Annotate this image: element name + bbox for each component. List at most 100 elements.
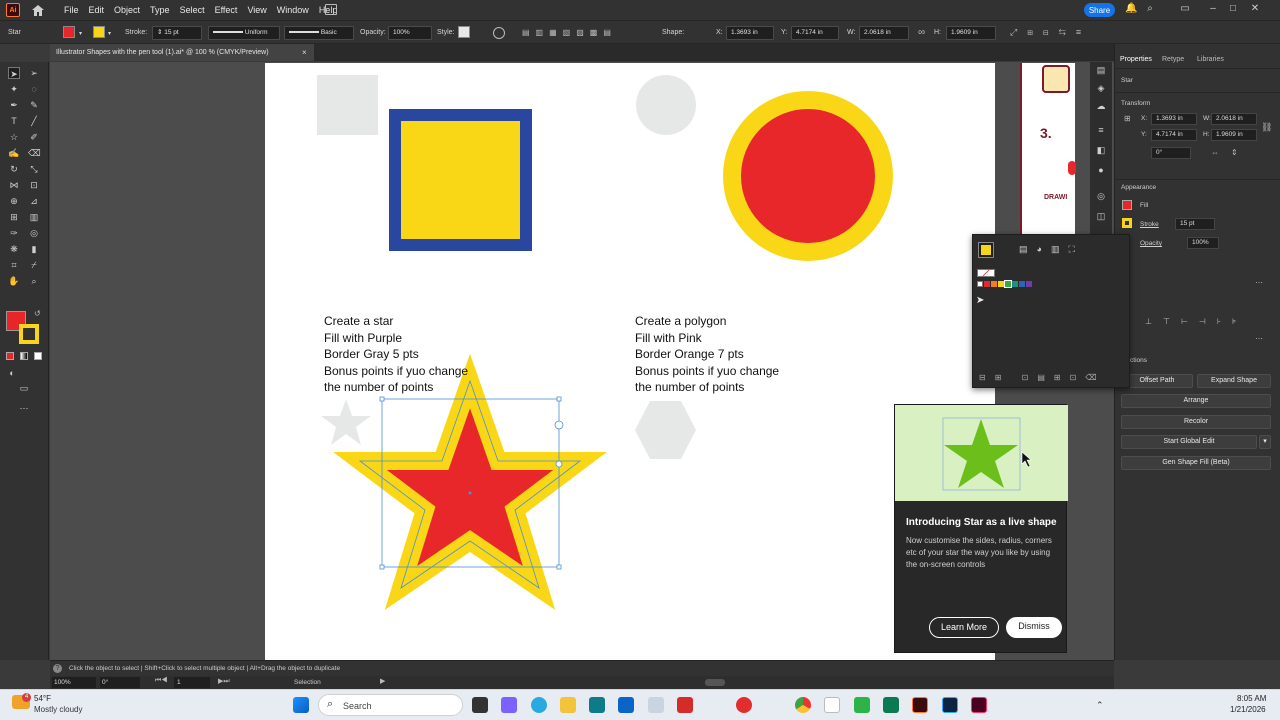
minimize-icon[interactable]: – bbox=[1208, 4, 1218, 14]
swatch-footer-icons[interactable]: ⊟⊞ ⊡▤⊞⊡⌫ bbox=[979, 373, 1119, 383]
curvature-tool-icon[interactable]: ✎ bbox=[28, 99, 40, 111]
file-explorer-icon[interactable] bbox=[560, 697, 576, 713]
scale-tool-icon[interactable]: ⤡ bbox=[28, 163, 40, 175]
menu-edit[interactable]: Edit bbox=[89, 5, 105, 15]
artboard-tool-icon[interactable]: ⌗ bbox=[8, 259, 20, 271]
variable-width-profile[interactable]: Uniform bbox=[208, 26, 280, 40]
y-field[interactable]: 4.7174 in bbox=[791, 26, 839, 40]
tab-libraries[interactable]: Libraries bbox=[1197, 56, 1224, 63]
tray-chevron-icon[interactable]: ⌃ bbox=[1096, 700, 1104, 711]
menu-file[interactable]: File bbox=[64, 5, 79, 15]
express-icon[interactable] bbox=[736, 697, 752, 713]
y-field[interactable]: 4.7174 in bbox=[1151, 129, 1197, 141]
dismiss-button[interactable]: Dismiss bbox=[1006, 617, 1062, 638]
width-tool-icon[interactable]: ⋈ bbox=[8, 179, 20, 191]
document-tab[interactable]: Illustrator Shapes with the pen tool (1)… bbox=[50, 44, 314, 61]
menu-type[interactable]: Type bbox=[150, 5, 170, 15]
draw-mode-icon[interactable]: ◐ bbox=[6, 367, 18, 379]
pathfinder-icon[interactable]: ◧ bbox=[1095, 144, 1107, 156]
start-global-edit-button[interactable]: Start Global Edit bbox=[1121, 435, 1257, 449]
shaper-tool-icon[interactable]: ✍ bbox=[8, 147, 20, 159]
close-icon[interactable]: ✕ bbox=[1250, 4, 1260, 14]
chevron-down-icon[interactable]: ▾ bbox=[108, 30, 111, 37]
w-field[interactable]: 2.0618 in bbox=[1211, 113, 1257, 125]
share-button[interactable]: Share bbox=[1084, 3, 1115, 17]
symbol-sprayer-icon[interactable]: ❋ bbox=[8, 243, 20, 255]
opacity-label[interactable]: Opacity bbox=[1140, 240, 1162, 247]
selection-tool-icon[interactable]: ➤ bbox=[8, 67, 20, 79]
swatch-view-icons[interactable]: ▤◕▥⛶ bbox=[1019, 244, 1114, 256]
teams-icon[interactable] bbox=[501, 697, 517, 713]
zoom-tool-icon[interactable]: ⌕ bbox=[28, 275, 40, 287]
stroke-weight-field[interactable]: ⇕ 15 pt bbox=[152, 26, 202, 40]
more-options-icon[interactable]: ⋯ bbox=[1255, 334, 1263, 343]
constrain-proportions-icon[interactable]: ⛓ bbox=[1261, 122, 1272, 133]
eraser-icon[interactable]: ⌫ bbox=[28, 147, 41, 159]
store-icon[interactable] bbox=[589, 697, 605, 713]
arrange-button[interactable]: Arrange bbox=[1121, 394, 1271, 408]
menu-object[interactable]: Object bbox=[114, 5, 140, 15]
menu-effect[interactable]: Effect bbox=[215, 5, 238, 15]
recolor-icon[interactable] bbox=[493, 27, 505, 39]
messaging-icon[interactable] bbox=[854, 697, 870, 713]
color-swatch[interactable] bbox=[1004, 280, 1012, 288]
stroke-panel-icon[interactable]: ◎ bbox=[1095, 190, 1107, 202]
color-mode-icon[interactable] bbox=[6, 352, 14, 360]
layers-icon[interactable]: ◈ bbox=[1095, 82, 1107, 94]
flip-icons[interactable]: ⇔⇕ bbox=[1211, 148, 1250, 157]
notepad-icon[interactable] bbox=[824, 697, 840, 713]
artboard-number-field[interactable]: 1 bbox=[174, 677, 210, 688]
rotate-field[interactable]: 0° bbox=[1151, 147, 1191, 159]
home-icon[interactable] bbox=[32, 4, 44, 16]
fill-swatch[interactable] bbox=[63, 26, 75, 38]
zoom-field[interactable]: 100% bbox=[52, 677, 96, 688]
direct-selection-tool-icon[interactable]: ➢ bbox=[28, 67, 40, 79]
artboard-next-icon[interactable]: ▶⏭ bbox=[218, 677, 230, 686]
rotation-field[interactable]: 0° bbox=[100, 677, 140, 688]
fill-swatch[interactable] bbox=[1122, 200, 1132, 210]
stroke-color-icon[interactable] bbox=[19, 324, 39, 344]
paintbrush-icon[interactable]: ✐ bbox=[28, 131, 40, 143]
white-swatch[interactable] bbox=[977, 281, 983, 287]
none-mode-icon[interactable] bbox=[34, 352, 42, 360]
swap-colors-icon[interactable]: ↺ bbox=[34, 309, 41, 318]
close-tab-icon[interactable]: × bbox=[302, 44, 307, 61]
task-view-icon[interactable] bbox=[472, 697, 488, 713]
tab-properties[interactable]: Properties bbox=[1120, 56, 1152, 63]
transform-icons[interactable]: ⤢⊞⊟⇆≡ bbox=[1010, 27, 1091, 38]
gen-shape-fill-button[interactable]: Gen Shape Fill (Beta) bbox=[1121, 456, 1271, 470]
graphic-style-swatch[interactable] bbox=[458, 26, 470, 38]
shape-builder-icon[interactable]: ⊕ bbox=[8, 195, 20, 207]
slice-tool-icon[interactable]: ⌿ bbox=[28, 259, 40, 271]
indesign-icon[interactable] bbox=[971, 697, 987, 713]
opacity-field[interactable]: 100% bbox=[388, 26, 432, 40]
notifications-icon[interactable]: 🔔 bbox=[1125, 4, 1137, 14]
stroke-weight-field[interactable]: 15 pt bbox=[1175, 218, 1215, 230]
blend-tool-icon[interactable]: ◎ bbox=[28, 227, 40, 239]
arrange-documents-icon[interactable] bbox=[325, 4, 337, 15]
properties-icon[interactable]: ▤ bbox=[1095, 64, 1107, 76]
libraries-icon[interactable]: ☁ bbox=[1095, 100, 1107, 112]
link-icon[interactable]: ∞ bbox=[918, 27, 925, 38]
offset-path-button[interactable]: Offset Path bbox=[1121, 374, 1193, 388]
lasso-icon[interactable]: ◌ bbox=[28, 83, 40, 95]
maximize-icon[interactable]: □ bbox=[1228, 4, 1238, 14]
align-buttons[interactable]: ⊥⊤⊢⊣⊦⊧ bbox=[1145, 317, 1247, 326]
perspective-grid-icon[interactable]: ⊿ bbox=[28, 195, 40, 207]
mesh-tool-icon[interactable]: ⊞ bbox=[8, 211, 20, 223]
color-panel-icon[interactable]: ● bbox=[1095, 164, 1107, 176]
x-field[interactable]: 1.3693 in bbox=[726, 26, 774, 40]
opacity-field[interactable]: 100% bbox=[1187, 237, 1219, 249]
h-field[interactable]: 1.9609 in bbox=[1211, 129, 1257, 141]
menu-view[interactable]: View bbox=[247, 5, 266, 15]
artboard[interactable]: Create a star Fill with Purple Border Gr… bbox=[265, 63, 995, 660]
stroke-swatch[interactable] bbox=[93, 26, 105, 38]
color-swatch[interactable] bbox=[1012, 281, 1018, 287]
media-player-icon[interactable] bbox=[648, 697, 664, 713]
x-field[interactable]: 1.3693 in bbox=[1151, 113, 1197, 125]
more-tools-icon[interactable]: ⋯ bbox=[18, 402, 30, 414]
w-field[interactable]: 2.0618 in bbox=[859, 26, 909, 40]
gradient-tool-icon[interactable]: ▥ bbox=[28, 211, 40, 223]
gradient-mode-icon[interactable] bbox=[20, 352, 28, 360]
align-panel-icon[interactable]: ≡ bbox=[1095, 124, 1107, 136]
